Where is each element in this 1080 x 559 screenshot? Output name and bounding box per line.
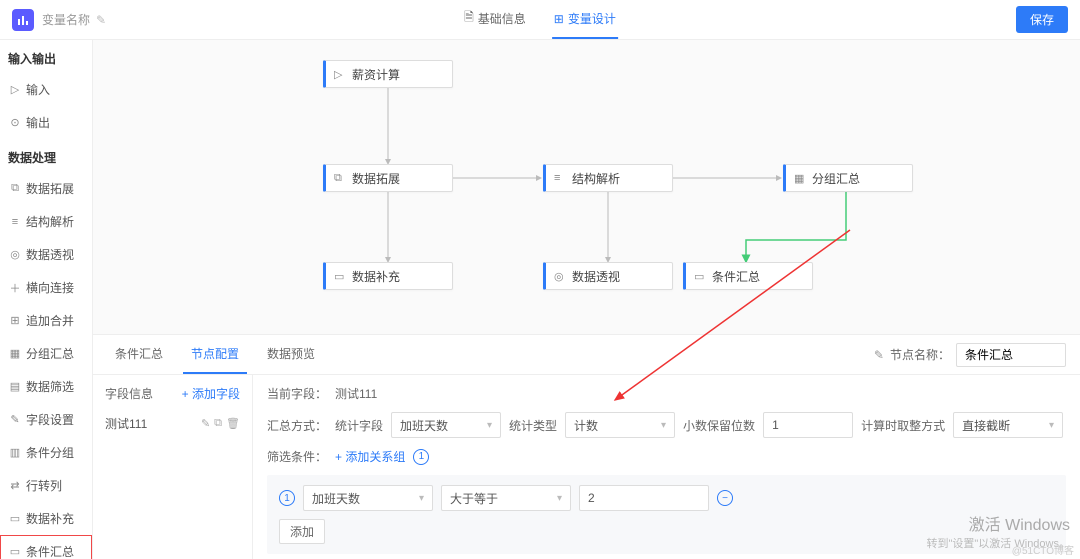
sidebar-icon: ▦ bbox=[9, 348, 21, 360]
node-name-input[interactable] bbox=[956, 343, 1066, 367]
bottom-tab-config[interactable]: 节点配置 bbox=[183, 335, 247, 374]
chevron-down-icon: ▾ bbox=[419, 493, 424, 504]
decimal-input[interactable] bbox=[763, 412, 853, 438]
sidebar-proc-item[interactable]: ▤数据筛选 bbox=[0, 370, 92, 403]
sidebar-icon: ▥ bbox=[9, 447, 21, 459]
chevron-down-icon: ▾ bbox=[1049, 420, 1054, 431]
delete-field-icon[interactable]: 🗑 bbox=[226, 417, 240, 430]
sidebar-icon: ▤ bbox=[9, 381, 21, 393]
add-field-button[interactable]: + 添加字段 bbox=[182, 385, 240, 402]
save-button[interactable]: 保存 bbox=[1016, 6, 1068, 33]
box-icon: ▭ bbox=[334, 270, 346, 283]
add-condition-button[interactable]: 添加 bbox=[279, 519, 325, 544]
copy-field-icon[interactable]: ⧉ bbox=[214, 417, 222, 430]
sidebar-icon: ✎ bbox=[9, 414, 21, 426]
cond-field-select[interactable]: 加班天数▾ bbox=[303, 485, 433, 511]
chevron-down-icon: ▾ bbox=[487, 420, 492, 431]
field-name: 测试111 bbox=[105, 415, 147, 432]
node-group-summary[interactable]: ▦分组汇总 bbox=[783, 164, 913, 192]
bottom-tab-preview[interactable]: 数据预览 bbox=[259, 335, 323, 374]
cond-value-input[interactable] bbox=[579, 485, 709, 511]
sidebar-proc-item[interactable]: ◎数据透视 bbox=[0, 238, 92, 271]
node-data-expand[interactable]: ⧉数据拓展 bbox=[323, 164, 453, 192]
sidebar-proc-item[interactable]: ▭数据补充 bbox=[0, 502, 92, 535]
node-struct-parse[interactable]: ≡结构解析 bbox=[543, 164, 673, 192]
sidebar-proc-item[interactable]: ≡结构解析 bbox=[0, 205, 92, 238]
sidebar: 输入输出 ▷输入⊙输出 数据处理 ⧉数据拓展≡结构解析◎数据透视＋横向连接⊞追加… bbox=[0, 40, 93, 559]
field-row[interactable]: 测试111 ✎ ⧉ 🗑 bbox=[105, 410, 240, 437]
stat-field-select[interactable]: 加班天数▾ bbox=[391, 412, 501, 438]
sidebar-icon: ▭ bbox=[9, 513, 21, 525]
sidebar-proc-item[interactable]: ＋横向连接 bbox=[0, 271, 92, 304]
round-label: 计算时取整方式 bbox=[861, 417, 945, 434]
app-logo bbox=[12, 9, 34, 31]
sidebar-proc-item[interactable]: ⊞追加合并 bbox=[0, 304, 92, 337]
sidebar-icon: ⊞ bbox=[9, 315, 21, 327]
sidebar-proc-item[interactable]: ▦分组汇总 bbox=[0, 337, 92, 370]
sidebar-section-io: 输入输出 bbox=[0, 40, 92, 73]
sidebar-icon: ▭ bbox=[9, 546, 21, 558]
chevron-down-icon: ▾ bbox=[661, 420, 666, 431]
bottom-tab-summary[interactable]: 条件汇总 bbox=[107, 335, 171, 374]
current-field-value: 测试111 bbox=[335, 385, 377, 402]
sidebar-section-proc: 数据处理 bbox=[0, 139, 92, 172]
edit-icon[interactable]: ✎ bbox=[874, 348, 884, 362]
sidebar-icon: ◎ bbox=[9, 249, 21, 261]
node-pivot[interactable]: ◎数据透视 bbox=[543, 262, 673, 290]
edit-field-icon[interactable]: ✎ bbox=[201, 417, 210, 430]
chevron-down-icon: ▾ bbox=[557, 493, 562, 504]
tab-basic-info[interactable]: 🗎 基础信息 bbox=[462, 0, 528, 39]
play-icon: ▷ bbox=[334, 68, 346, 81]
page-title: 变量名称 bbox=[42, 11, 90, 28]
group-badge: 1 bbox=[413, 449, 429, 465]
node-name-label: 节点名称： bbox=[890, 346, 950, 363]
node-salary-calc[interactable]: ▷薪资计算 bbox=[323, 60, 453, 88]
sidebar-io-item[interactable]: ⊙输出 bbox=[0, 106, 92, 139]
edit-title-icon[interactable]: ✎ bbox=[96, 13, 106, 27]
sidebar-proc-item[interactable]: ▭条件汇总 bbox=[0, 535, 92, 559]
method-label: 汇总方式： bbox=[267, 417, 327, 434]
expand-icon: ⧉ bbox=[334, 172, 346, 185]
remove-condition-button[interactable]: − bbox=[717, 490, 733, 506]
node-data-fill[interactable]: ▭数据补充 bbox=[323, 262, 453, 290]
sidebar-io-item[interactable]: ▷输入 bbox=[0, 73, 92, 106]
sidebar-proc-item[interactable]: ⧉数据拓展 bbox=[0, 172, 92, 205]
group-index-badge: 1 bbox=[279, 490, 295, 506]
sidebar-icon: ≡ bbox=[9, 216, 21, 228]
grid-icon: ▦ bbox=[794, 172, 806, 185]
tab-variable-design[interactable]: ⊞ 变量设计 bbox=[552, 0, 618, 39]
sidebar-proc-item[interactable]: ✎字段设置 bbox=[0, 403, 92, 436]
stat-field-label: 统计字段 bbox=[335, 417, 383, 434]
round-select[interactable]: 直接截断▾ bbox=[953, 412, 1063, 438]
corner-watermark: @51CTO博客 bbox=[1012, 542, 1074, 557]
design-icon: ⊞ bbox=[554, 12, 564, 26]
current-field-label: 当前字段： bbox=[267, 385, 327, 402]
sidebar-proc-item[interactable]: ▥条件分组 bbox=[0, 436, 92, 469]
stat-type-select[interactable]: 计数▾ bbox=[565, 412, 675, 438]
decimal-label: 小数保留位数 bbox=[683, 417, 755, 434]
list-icon: ≡ bbox=[554, 172, 566, 184]
sidebar-icon: ▷ bbox=[9, 84, 21, 96]
box-icon: ▭ bbox=[694, 270, 706, 283]
node-cond-summary[interactable]: ▭条件汇总 bbox=[683, 262, 813, 290]
sidebar-proc-item[interactable]: ⇄行转列 bbox=[0, 469, 92, 502]
add-relation-button[interactable]: + 添加关系组 bbox=[335, 448, 405, 465]
document-icon: 🗎 bbox=[464, 8, 474, 29]
sidebar-icon: ⧉ bbox=[9, 183, 21, 195]
sidebar-icon: ⊙ bbox=[9, 117, 21, 129]
stat-type-label: 统计类型 bbox=[509, 417, 557, 434]
eye-icon: ◎ bbox=[554, 270, 566, 283]
sidebar-icon: ⇄ bbox=[9, 480, 21, 492]
sidebar-icon: ＋ bbox=[9, 282, 21, 294]
flow-canvas[interactable]: ▷薪资计算 ⧉数据拓展 ≡结构解析 ▦分组汇总 ▭数据补充 ◎数据透视 ▭条件汇… bbox=[93, 40, 1080, 335]
cond-op-select[interactable]: 大于等于▾ bbox=[441, 485, 571, 511]
field-info-label: 字段信息 bbox=[105, 385, 153, 402]
filter-label: 筛选条件： bbox=[267, 448, 327, 465]
